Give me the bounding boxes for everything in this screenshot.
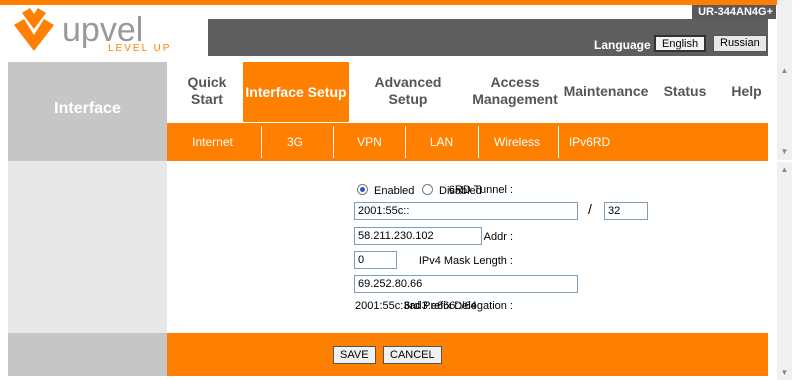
save-button[interactable]: SAVE xyxy=(333,346,376,364)
tunnel-enabled-label: Enabled xyxy=(374,185,415,197)
top-frame-scrollbar[interactable] xyxy=(777,0,792,160)
subtab-lan[interactable]: LAN xyxy=(409,123,474,161)
scroll-up-icon[interactable]: ▲ xyxy=(777,163,792,177)
tab-help[interactable]: Help xyxy=(725,62,768,120)
model-name: UR-344AN4G+ xyxy=(692,5,776,19)
footer-bar xyxy=(167,333,768,376)
mask-length-label: IPv4 Mask Length : xyxy=(418,255,513,267)
brand-tagline: LEVEL UP xyxy=(108,43,172,54)
content-panel: 6RD Tunnel : Enabled Disabled 6rd IPv6 P… xyxy=(167,161,768,333)
subnav-divider xyxy=(478,126,479,158)
cancel-button[interactable]: CANCEL xyxy=(383,346,442,364)
subtab-3g[interactable]: 3G xyxy=(265,123,325,161)
tab-advanced-setup[interactable]: Advanced Setup xyxy=(362,62,454,120)
subnav-divider xyxy=(261,126,262,158)
ipv4-input[interactable] xyxy=(354,227,482,245)
upvel-logo: upvel LEVEL UP xyxy=(8,5,208,57)
scroll-up-icon[interactable]: ▲ xyxy=(777,64,792,78)
tunnel-disabled-radio[interactable] xyxy=(422,184,433,195)
prefix-input[interactable] xyxy=(354,202,578,220)
tab-quick-start[interactable]: Quick Start xyxy=(172,62,242,120)
scroll-down-icon[interactable]: ▼ xyxy=(777,366,792,380)
subtab-wireless[interactable]: Wireless xyxy=(482,123,552,161)
footer-side-panel xyxy=(8,333,167,376)
russian-button[interactable]: Russian xyxy=(713,35,767,52)
tunnel-disabled-label: Disabled xyxy=(439,185,482,197)
subnav-divider xyxy=(405,126,406,158)
tab-access-management[interactable]: Access Management xyxy=(470,62,560,120)
border-relay-input[interactable] xyxy=(354,275,578,293)
subnav-divider xyxy=(333,126,334,158)
prefix-length-input[interactable] xyxy=(604,202,648,220)
section-title: Interface xyxy=(54,100,121,117)
scroll-down-icon[interactable]: ▼ xyxy=(777,145,792,159)
content-side-panel xyxy=(8,161,167,333)
mask-length-input[interactable] xyxy=(354,251,397,269)
bottom-frame-scrollbar[interactable] xyxy=(777,162,792,380)
prefix-separator: / xyxy=(588,201,592,217)
prefix-delegation-value: 2001:55c:3ad3:e666::/64 xyxy=(355,300,477,312)
tab-interface-setup[interactable]: Interface Setup xyxy=(243,62,349,122)
subtab-internet[interactable]: Internet xyxy=(180,123,245,161)
language-label: Language xyxy=(594,38,651,52)
tunnel-enabled-radio[interactable] xyxy=(357,184,368,195)
subnav-divider xyxy=(558,126,559,158)
subtab-vpn[interactable]: VPN xyxy=(337,123,402,161)
english-button[interactable]: English xyxy=(654,35,707,52)
tab-maintenance[interactable]: Maintenance xyxy=(562,62,650,120)
tab-status[interactable]: Status xyxy=(660,62,710,120)
subtab-ipv6rd[interactable]: IPv6RD xyxy=(562,123,617,161)
